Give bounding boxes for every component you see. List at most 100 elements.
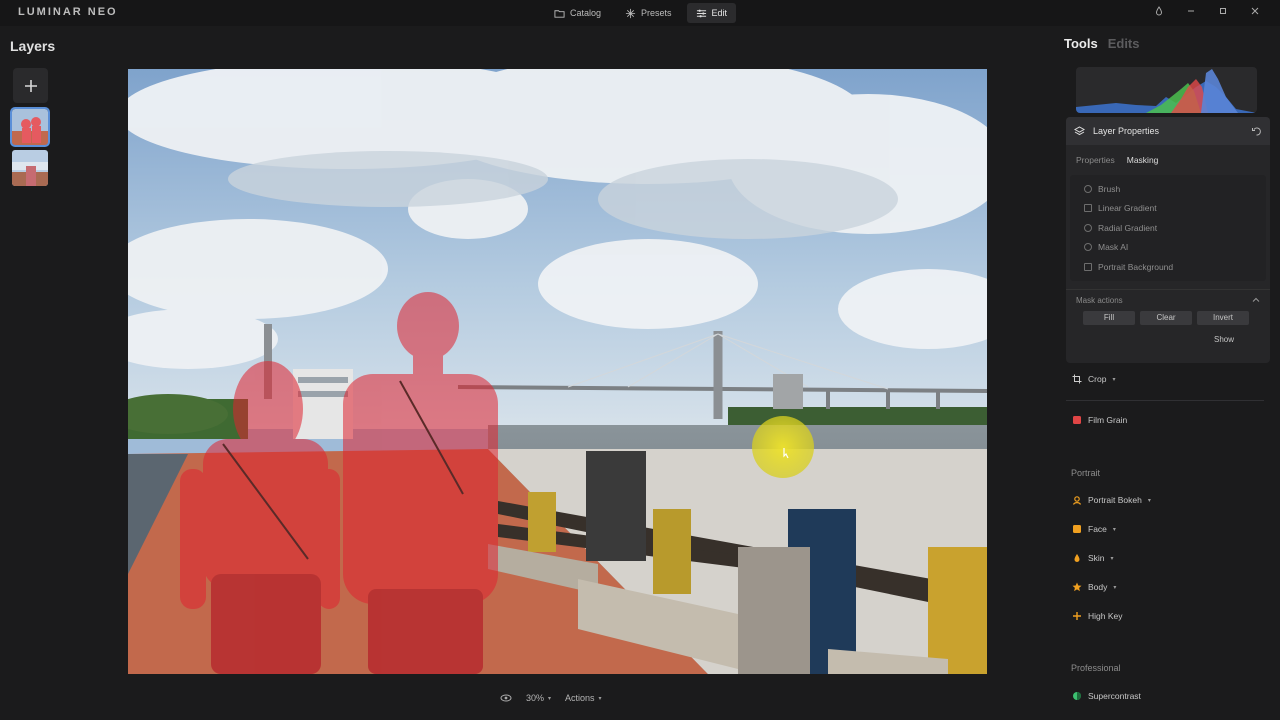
- tool-supercontrast-label: Supercontrast: [1088, 691, 1141, 701]
- tool-label: Face: [1088, 524, 1107, 534]
- tool-label: Portrait Bokeh: [1088, 495, 1142, 505]
- body-icon: [1072, 582, 1082, 592]
- show-mask-button[interactable]: Show: [1214, 335, 1234, 344]
- chevron-down-icon: ▾: [1112, 376, 1116, 383]
- main-nav: Catalog Presets Edit: [545, 3, 737, 23]
- photo-canvas[interactable]: [128, 69, 987, 674]
- close-button[interactable]: [1248, 4, 1262, 18]
- tool-face[interactable]: Face ▾: [1072, 524, 1116, 534]
- layers-title: Layers: [10, 38, 56, 54]
- zoom-value: 30%: [526, 693, 545, 703]
- chevron-down-icon: ▾: [1147, 497, 1151, 504]
- histogram: [1076, 67, 1257, 113]
- compare-button[interactable]: [500, 692, 512, 704]
- close-icon: [1251, 7, 1259, 15]
- radial-gradient-icon: [1084, 223, 1092, 232]
- clear-button[interactable]: Clear: [1140, 310, 1192, 325]
- tool-high-key[interactable]: High Key: [1072, 611, 1123, 621]
- tool-skin[interactable]: Skin ▾: [1072, 553, 1114, 563]
- minimize-button[interactable]: [1184, 4, 1198, 18]
- crop-icon: [1072, 374, 1082, 384]
- face-icon: [1072, 524, 1082, 534]
- folder-icon: [554, 9, 565, 18]
- layer-properties-panel: Layer Properties Properties Masking Brus…: [1066, 117, 1270, 363]
- layer-thumbnail-mask[interactable]: [10, 107, 50, 147]
- right-panel-tabs: Tools Edits: [1064, 36, 1140, 51]
- chevron-down-icon: ▾: [1113, 584, 1117, 591]
- portrait-background-icon: [1084, 262, 1092, 271]
- sliders-icon: [696, 9, 706, 17]
- high-key-icon: [1072, 611, 1082, 621]
- actions-dropdown[interactable]: Actions ▾: [565, 693, 602, 703]
- brush-icon: [1084, 184, 1092, 193]
- zoom-dropdown[interactable]: 30% ▾: [526, 693, 551, 703]
- layer-thumbnail-photo: [12, 150, 48, 186]
- mask-tool-linear-gradient[interactable]: Linear Gradient: [1070, 199, 1266, 219]
- subtab-masking[interactable]: Masking: [1127, 155, 1159, 165]
- mask-tools-list: Brush Linear Gradient Radial Gradient Ma…: [1070, 175, 1266, 281]
- chevron-down-icon: ▾: [598, 695, 602, 702]
- section-professional: Professional: [1071, 663, 1121, 673]
- nav-catalog[interactable]: Catalog: [545, 3, 610, 23]
- mask-actions-header[interactable]: Mask actions: [1066, 288, 1270, 305]
- mask-tool-label: Portrait Background: [1098, 261, 1174, 272]
- tab-tools[interactable]: Tools: [1064, 36, 1098, 51]
- nav-presets[interactable]: Presets: [616, 3, 681, 23]
- tool-crop-label: Crop: [1088, 374, 1107, 384]
- maximize-button[interactable]: [1216, 4, 1230, 18]
- mask-tool-portrait-background[interactable]: Portrait Background: [1070, 257, 1266, 277]
- tool-body[interactable]: Body ▾: [1072, 582, 1116, 592]
- app-logo: LUMINAR NEO: [18, 6, 118, 18]
- layer-properties-title: Layer Properties: [1093, 126, 1160, 136]
- tab-edits[interactable]: Edits: [1108, 36, 1140, 51]
- histogram-graph: [1076, 69, 1257, 113]
- tool-label: Body: [1088, 582, 1108, 592]
- invert-button[interactable]: Invert: [1197, 310, 1249, 325]
- nav-edit[interactable]: Edit: [686, 3, 737, 23]
- maximize-icon: [1220, 8, 1226, 14]
- chevron-up-icon: [1252, 297, 1260, 302]
- tool-film-grain-label: Film Grain: [1088, 415, 1128, 425]
- layers-icon: [1074, 125, 1085, 135]
- supercontrast-icon: [1072, 691, 1082, 701]
- layer-thumbnail-base[interactable]: [12, 150, 48, 186]
- tool-label: Skin: [1088, 553, 1105, 563]
- eye-icon: [500, 694, 512, 702]
- add-layer-button[interactable]: [13, 68, 48, 103]
- tool-supercontrast[interactable]: Supercontrast: [1072, 691, 1141, 701]
- mask-tool-label: Radial Gradient: [1098, 222, 1158, 233]
- mask-ai-icon: [1084, 243, 1092, 252]
- drop-icon: [1155, 6, 1163, 16]
- title-bar: LUMINAR NEO Catalog Presets Edit: [0, 0, 1280, 26]
- mask-tool-radial-gradient[interactable]: Radial Gradient: [1070, 218, 1266, 238]
- layer-thumbnail-image: [12, 109, 48, 145]
- tool-film-grain[interactable]: Film Grain: [1072, 415, 1127, 425]
- tool-label: High Key: [1088, 611, 1123, 621]
- layer-properties-subtabs: Properties Masking: [1066, 145, 1270, 165]
- actions-label: Actions: [565, 693, 595, 703]
- divider: [1066, 400, 1264, 401]
- reset-icon[interactable]: [1251, 126, 1262, 137]
- section-portrait: Portrait: [1071, 468, 1101, 478]
- brush-cursor: [752, 416, 814, 478]
- mask-actions-buttons: Fill Clear Invert: [1066, 305, 1270, 325]
- tool-crop[interactable]: Crop ▾: [1072, 374, 1115, 384]
- nav-edit-label: Edit: [711, 8, 728, 18]
- skin-icon: [1072, 553, 1082, 563]
- mask-tool-brush[interactable]: Brush: [1070, 179, 1266, 199]
- mask-tool-label: Mask AI: [1098, 242, 1129, 253]
- layer-properties-header[interactable]: Layer Properties: [1066, 117, 1270, 145]
- account-button[interactable]: [1152, 4, 1166, 18]
- film-grain-icon: [1072, 415, 1082, 425]
- subtab-properties[interactable]: Properties: [1076, 155, 1115, 165]
- tool-portrait-bokeh[interactable]: Portrait Bokeh ▾: [1072, 495, 1151, 505]
- portrait-bokeh-icon: [1072, 495, 1082, 505]
- mask-tool-label: Linear Gradient: [1098, 203, 1157, 214]
- fill-button[interactable]: Fill: [1083, 310, 1135, 325]
- edited-photo: [128, 69, 987, 674]
- chevron-down-icon: ▾: [548, 695, 552, 702]
- chevron-down-icon: ▾: [1112, 526, 1116, 533]
- mask-tool-label: Brush: [1098, 183, 1121, 194]
- nav-presets-label: Presets: [641, 8, 672, 18]
- mask-tool-mask-ai[interactable]: Mask AI: [1070, 238, 1266, 258]
